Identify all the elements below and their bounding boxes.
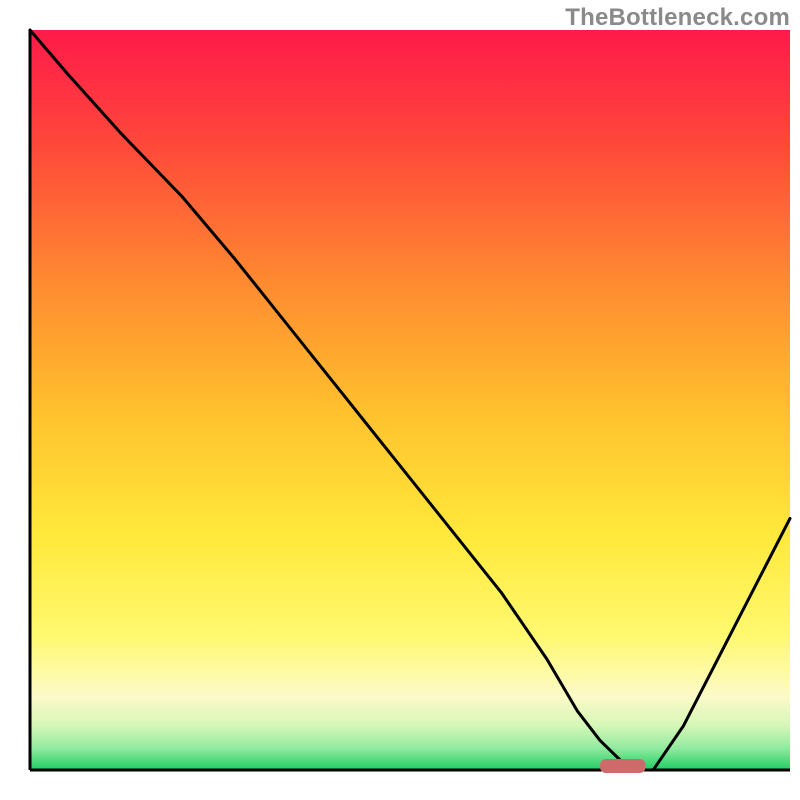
- plot-background: [30, 30, 790, 770]
- watermark-text: TheBottleneck.com: [565, 4, 790, 32]
- chart-container: TheBottleneck.com: [0, 0, 800, 800]
- optimal-marker: [600, 759, 646, 773]
- chart-svg: [0, 0, 800, 800]
